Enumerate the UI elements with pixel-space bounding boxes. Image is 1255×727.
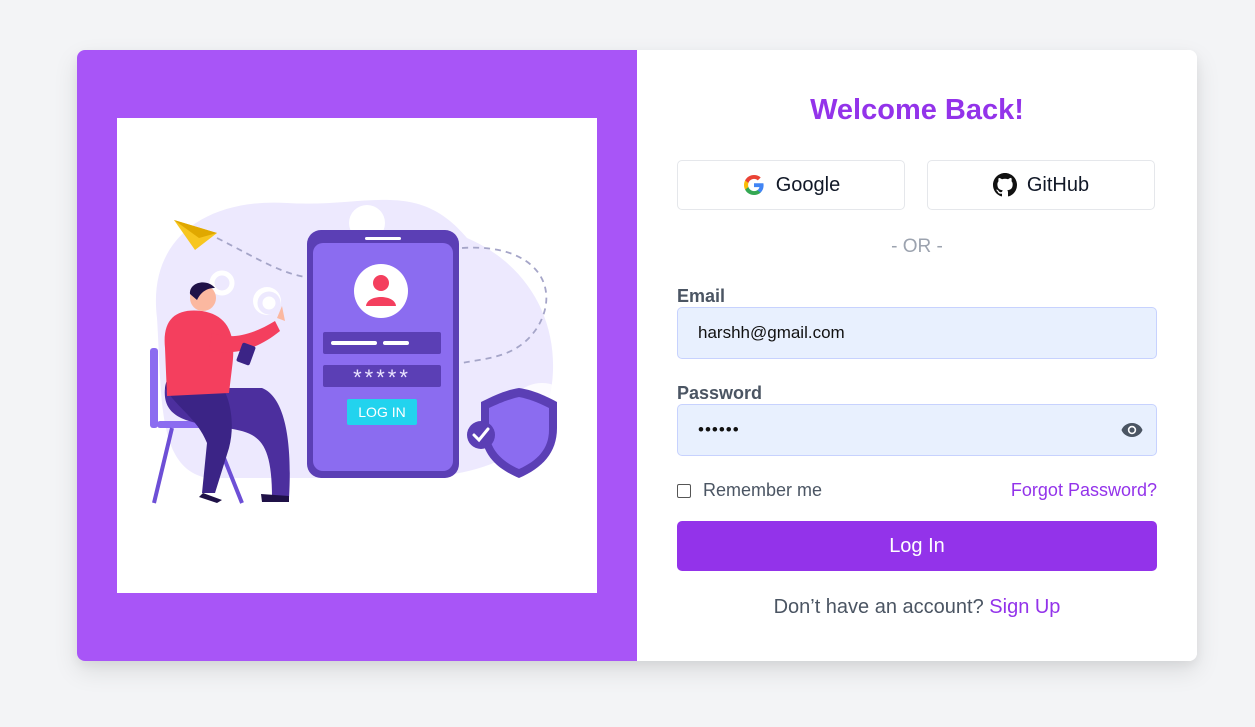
github-label: GitHub (1026, 173, 1090, 196)
google-label: Google (775, 173, 841, 196)
eye-icon[interactable] (1120, 418, 1144, 442)
github-login-button[interactable]: GitHub (927, 160, 1155, 210)
or-divider: - OR - (891, 236, 943, 257)
signup-link[interactable]: Sign Up (989, 596, 1060, 618)
page-title: Welcome Back! (810, 94, 1024, 126)
remember-me[interactable]: Remember me (677, 480, 822, 501)
login-illustration: ***** LOG IN (117, 118, 597, 593)
remember-label: Remember me (703, 480, 823, 500)
login-button[interactable]: Log In (677, 521, 1157, 571)
signup-prompt: Don’t have an account? (773, 596, 984, 618)
google-icon (743, 175, 764, 195)
illustration-panel: ***** LOG IN (77, 50, 637, 661)
email-field[interactable] (677, 307, 1157, 359)
google-login-button[interactable]: Google (677, 160, 905, 210)
login-card: ***** LOG IN Welcome Back! Google GitHub… (77, 50, 1197, 661)
password-field[interactable] (677, 404, 1157, 456)
signup-row: Don’t have an account? Sign Up (637, 596, 1197, 619)
email-label: Email (677, 286, 726, 306)
remember-checkbox[interactable] (677, 483, 691, 498)
password-label: Password (677, 383, 763, 403)
forgot-password-link[interactable]: Forgot Password? (1011, 480, 1157, 501)
login-form-panel: Welcome Back! Google GitHub - OR - Email… (637, 50, 1197, 661)
illustration-login-text: LOG IN (358, 404, 405, 420)
github-icon (992, 173, 1017, 197)
illustration-password-mask: ***** (353, 365, 411, 390)
